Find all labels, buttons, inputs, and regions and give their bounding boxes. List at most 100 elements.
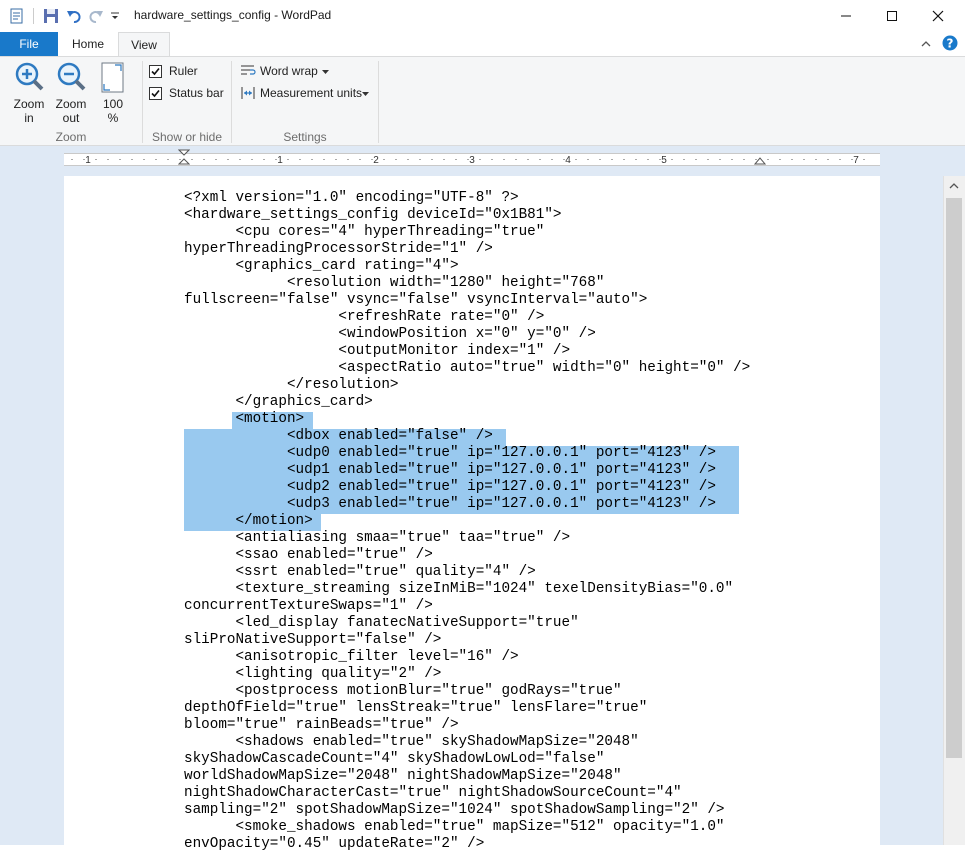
right-indent-marker[interactable] [754, 157, 766, 165]
tab-view[interactable]: View [118, 32, 170, 57]
ruler-number: 7 [853, 155, 859, 165]
word-wrap-icon [241, 65, 256, 75]
document-line: </graphics_card> [184, 394, 373, 410]
minimize-icon [841, 15, 851, 17]
document-line: <refreshRate rate="0" /> [184, 309, 545, 325]
document-line: depthOfField="true" lensStreak="true" le… [184, 700, 648, 716]
title-bar: hardware_settings_config - WordPad [0, 0, 965, 32]
zoom-group-label: Zoom [55, 130, 87, 144]
ruler[interactable]: 1 1 2 3 4 5 7 [64, 149, 880, 166]
document-line: hyperThreadingProcessorStride="1" /> [184, 241, 493, 257]
document-line: nightShadowCharacterCast="true" nightSha… [184, 785, 682, 801]
document-line: <aspectRatio auto="true" width="0" heigh… [184, 360, 751, 376]
document-line: <dbox enabled="false" /> [184, 428, 493, 444]
checkmark-icon [151, 89, 160, 98]
zoom-100-label-2: % [107, 111, 119, 125]
zoom-100-button[interactable]: 100 % [94, 61, 132, 127]
maximize-icon [887, 11, 897, 21]
minimize-button[interactable] [823, 0, 869, 32]
help-icon[interactable]: ? [942, 35, 958, 56]
document-line: <udp0 enabled="true" ip="127.0.0.1" port… [184, 445, 716, 461]
ruler-number: 5 [661, 155, 667, 165]
zoom-out-label-1: Zoom [55, 97, 87, 111]
document-line: <postprocess motionBlur="true" godRays="… [184, 683, 622, 699]
ruler-area: 1 1 2 3 4 5 7 [0, 146, 965, 176]
document-line: </motion> [184, 513, 313, 529]
collapse-ribbon-icon[interactable] [920, 37, 932, 55]
window-title: hardware_settings_config - WordPad [134, 8, 332, 22]
ruler-checkbox-box [149, 65, 162, 78]
document-line: <motion> [184, 411, 305, 427]
qat-divider [33, 8, 34, 24]
ruler-number: 2 [373, 155, 379, 165]
document-line: <cpu cores="4" hyperThreading="true" [184, 224, 545, 240]
zoom-in-label-2: in [24, 111, 34, 125]
tab-home[interactable]: Home [60, 32, 116, 56]
chevron-down-icon [322, 70, 329, 74]
status-bar-checkbox[interactable]: Status bar [149, 86, 229, 102]
document-line: </resolution> [184, 377, 399, 393]
vertical-scrollbar[interactable] [943, 176, 965, 845]
document-line: <outputMonitor index="1" /> [184, 343, 571, 359]
save-icon[interactable] [43, 8, 59, 24]
measurement-units-dropdown[interactable]: Measurement units [240, 85, 375, 103]
document-line: <ssao enabled="true" /> [184, 547, 433, 563]
wordpad-app-icon[interactable] [9, 8, 25, 24]
scroll-up-icon[interactable] [949, 183, 959, 189]
document-line: sliProNativeSupport="false" /> [184, 632, 442, 648]
document-line: <texture_streaming sizeInMiB="1024" texe… [184, 581, 734, 597]
document-page[interactable]: <?xml version="1.0" encoding="UTF-8" ?> <… [64, 176, 880, 852]
document-line: <antialiasing smaa="true" taa="true" /> [184, 530, 571, 546]
document-line: <udp2 enabled="true" ip="127.0.0.1" port… [184, 479, 716, 495]
group-separator [378, 61, 379, 143]
close-icon [932, 10, 944, 22]
document-line: <udp1 enabled="true" ip="127.0.0.1" port… [184, 462, 716, 478]
word-wrap-label: Word wrap [260, 64, 318, 78]
tab-file[interactable]: File [0, 32, 58, 56]
zoom-out-button[interactable]: Zoom out [50, 61, 92, 127]
document-line: <lighting quality="2" /> [184, 666, 442, 682]
show-hide-group-label: Show or hide [151, 130, 223, 144]
document-line: concurrentTextureSwaps="1" /> [184, 598, 433, 614]
zoom-in-icon [15, 62, 44, 91]
settings-group-label: Settings [283, 130, 327, 144]
checkmark-icon [151, 67, 160, 76]
ribbon-panel: Zoom in Zoom out 100 % Zoom Ruler Status… [0, 56, 965, 146]
word-wrap-dropdown[interactable]: Word wrap [240, 63, 340, 81]
scrollbar-thumb[interactable] [946, 198, 962, 758]
ruler-number: 1 [85, 155, 91, 165]
document-line: bloom="true" rainBeads="true" /> [184, 717, 459, 733]
measurement-units-label: Measurement units [260, 86, 363, 100]
status-bar-label: Status bar [169, 86, 224, 100]
first-line-indent-marker[interactable] [178, 149, 190, 165]
zoom-out-label-2: out [62, 111, 80, 125]
customize-qat-icon[interactable] [110, 8, 126, 24]
ruler-number: 3 [469, 155, 475, 165]
ribbon-tab-bar: File Home View ? [0, 32, 965, 57]
document-line: sampling="2" spotShadowMapSize="1024" sp… [184, 802, 725, 818]
document-line: <hardware_settings_config deviceId="0x1B… [184, 207, 562, 223]
zoom-in-button[interactable]: Zoom in [8, 61, 50, 127]
redo-icon[interactable] [88, 8, 104, 24]
maximize-button[interactable] [869, 0, 915, 32]
document-line: <smoke_shadows enabled="true" mapSize="5… [184, 819, 725, 835]
ruler-checkbox[interactable]: Ruler [149, 64, 229, 80]
document-line: <shadows enabled="true" skyShadowMapSize… [184, 734, 639, 750]
undo-icon[interactable] [66, 8, 82, 24]
document-line: <ssrt enabled="true" quality="4" /> [184, 564, 536, 580]
svg-text:?: ? [947, 37, 954, 51]
document-line: <led_display fanatecNativeSupport="true" [184, 615, 579, 631]
document-line: <resolution width="1280" height="768" [184, 275, 605, 291]
document-line: <anisotropic_filter level="16" /> [184, 649, 519, 665]
document-line: skyShadowCascadeCount="4" skyShadowLowLo… [184, 751, 605, 767]
close-button[interactable] [915, 0, 961, 32]
ruler-number: 4 [565, 155, 571, 165]
measurement-units-icon [241, 87, 255, 99]
status-bar-checkbox-box [149, 87, 162, 100]
zoom-100-label-1: 100 [102, 97, 124, 111]
document-line: <udp3 enabled="true" ip="127.0.0.1" port… [184, 496, 716, 512]
document-line: fullscreen="false" vsync="false" vsyncIn… [184, 292, 648, 308]
chevron-down-icon [362, 92, 369, 96]
ruler-label: Ruler [169, 64, 198, 78]
document-line: <windowPosition x="0" y="0" /> [184, 326, 596, 342]
